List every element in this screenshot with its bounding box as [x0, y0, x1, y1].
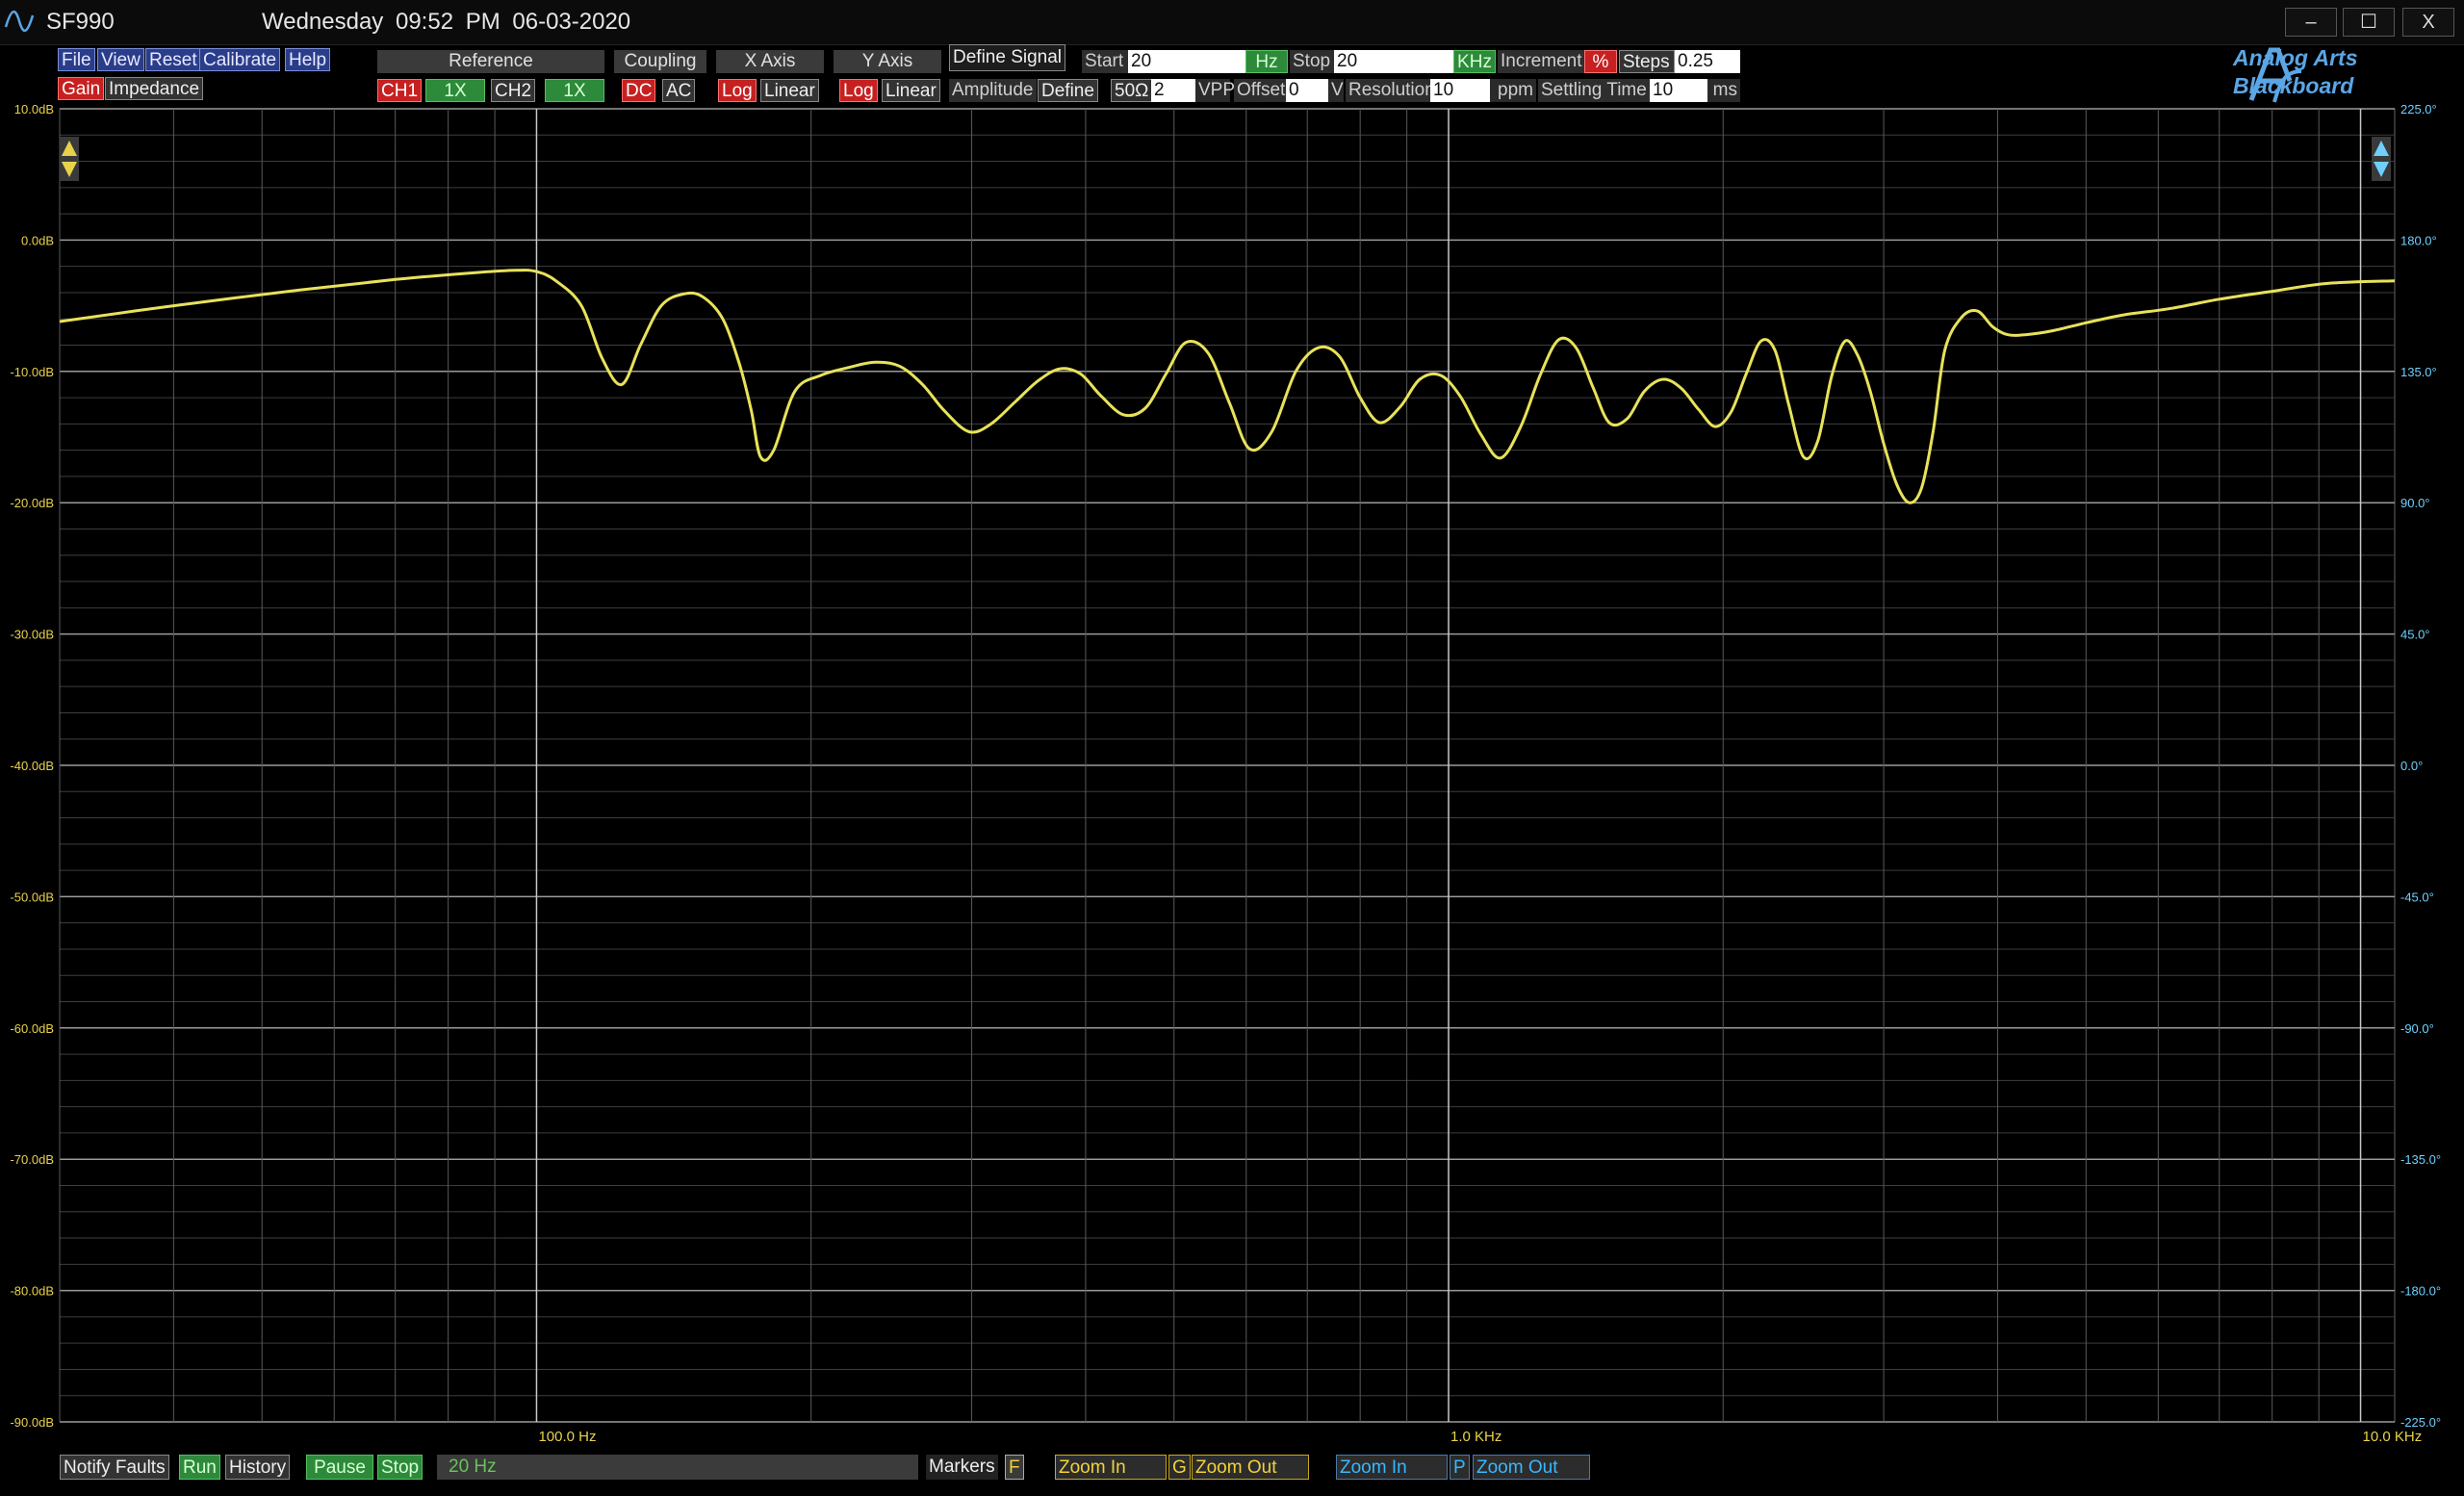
- phase-zoom-out-button[interactable]: Zoom Out: [1473, 1455, 1590, 1480]
- gain-tick-label: -90.0dB: [10, 1415, 54, 1430]
- gain-phase-plot[interactable]: 100.0 Hz 1.0 KHz 10.0 KHz 10.0dB 0.0dB -10.0…: [0, 0, 2464, 1496]
- markers-f-button[interactable]: F: [1005, 1455, 1024, 1480]
- phase-scale-arrows-icon[interactable]: [2372, 137, 2391, 181]
- phase-tick-label: -135.0°: [2400, 1152, 2441, 1167]
- phase-tick-label: 45.0°: [2400, 628, 2430, 642]
- x-tick-label: 100.0 Hz: [538, 1429, 596, 1445]
- phase-tick-label: 225.0°: [2400, 102, 2437, 116]
- gain-axis-labels: 10.0dB 0.0dB -10.0dB -20.0dB -30.0dB -40.0dB -…: [10, 102, 54, 1430]
- gain-tick-label: -60.0dB: [10, 1021, 54, 1036]
- phase-tick-label: 90.0°: [2400, 496, 2430, 510]
- gain-zoom-out-button[interactable]: Zoom Out: [1192, 1455, 1309, 1480]
- gain-tick-label: -40.0dB: [10, 759, 54, 773]
- phase-tick-label: -45.0°: [2400, 890, 2434, 904]
- gain-tick-label: -10.0dB: [10, 365, 54, 379]
- phase-tick-label: 135.0°: [2400, 365, 2437, 379]
- gain-scale-arrows-icon[interactable]: [60, 137, 79, 181]
- phase-zoom-in-button[interactable]: Zoom In: [1336, 1455, 1448, 1480]
- gain-tick-label: -50.0dB: [10, 890, 54, 904]
- history-button[interactable]: History: [225, 1455, 291, 1480]
- phase-tick-label: -90.0°: [2400, 1021, 2434, 1036]
- phase-tick-label: -180.0°: [2400, 1284, 2441, 1299]
- notify-faults-button[interactable]: Notify Faults: [60, 1455, 169, 1480]
- gain-tick-label: -20.0dB: [10, 496, 54, 510]
- status-bar: 20 Hz: [437, 1455, 918, 1480]
- gain-tick-label: -70.0dB: [10, 1152, 54, 1167]
- plot-grid: [59, 108, 2396, 1423]
- phase-tick-label: 0.0°: [2400, 759, 2423, 773]
- gain-zoom-key: G: [1168, 1455, 1191, 1480]
- gain-tick-label: -30.0dB: [10, 628, 54, 642]
- stop-button[interactable]: Stop: [377, 1455, 424, 1480]
- gain-tick-label: 10.0dB: [14, 102, 54, 116]
- x-tick-labels: 100.0 Hz 1.0 KHz 10.0 KHz: [538, 1429, 2422, 1445]
- phase-axis-labels: 225.0° 180.0° 135.0° 90.0° 45.0° 0.0° -45.0° -9…: [2400, 102, 2441, 1430]
- gain-zoom-in-button[interactable]: Zoom In: [1055, 1455, 1167, 1480]
- gain-tick-label: -80.0dB: [10, 1284, 54, 1299]
- gain-tick-label: 0.0dB: [21, 233, 54, 247]
- run-button[interactable]: Run: [179, 1455, 220, 1480]
- phase-tick-label: -225.0°: [2400, 1415, 2441, 1430]
- x-tick-label: 10.0 KHz: [2363, 1429, 2423, 1445]
- pause-button[interactable]: Pause: [306, 1455, 373, 1480]
- x-tick-label: 1.0 KHz: [1450, 1429, 1502, 1445]
- markers-label: Markers: [926, 1455, 998, 1480]
- phase-tick-label: 180.0°: [2400, 233, 2437, 247]
- phase-zoom-key: P: [1450, 1455, 1470, 1480]
